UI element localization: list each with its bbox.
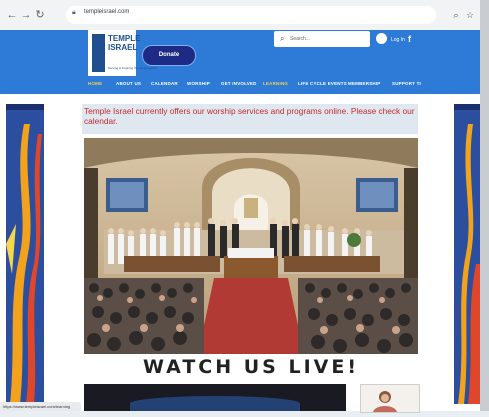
facebook-icon[interactable]: f [408, 34, 411, 44]
reload-icon[interactable]: ↻ [34, 9, 46, 21]
bookmark-star-icon[interactable]: ☆ [464, 9, 476, 21]
nav-get-involved[interactable]: GET INVOLVED [221, 81, 257, 86]
window-edge [480, 0, 489, 411]
nav-learning[interactable]: LEARNING [263, 81, 288, 86]
search-placeholder: Search... [290, 36, 311, 42]
logo-tagline: Serving & Inspiring the Congregation [108, 66, 158, 70]
sanctuary-photo [84, 138, 418, 354]
login-link[interactable]: Log In [391, 37, 405, 43]
donate-button[interactable]: Donate [142, 45, 196, 66]
nav-support[interactable]: SUPPORT TI [392, 81, 421, 86]
stained-glass-left [6, 104, 44, 404]
announcement-text: Temple Israel currently offers our worsh… [84, 106, 415, 126]
nav-about-us[interactable]: ABOUT US [116, 81, 141, 86]
nav-worship[interactable]: WORSHIP [187, 81, 210, 86]
url-text[interactable]: templeisrael.com [84, 9, 129, 15]
nav-membership[interactable]: MEMBERSHIP [348, 81, 381, 86]
status-bar-link: https://www.templeisrael.com/learning [0, 402, 81, 411]
stained-glass-right [454, 104, 480, 404]
search-input[interactable] [274, 31, 370, 47]
video-preview-glow [130, 396, 300, 411]
logo-line-2: ISRAEL [108, 43, 138, 52]
forward-icon[interactable]: → [20, 9, 32, 21]
nav-calendar[interactable]: CALENDAR [151, 81, 178, 86]
nav-home[interactable]: HOME [88, 81, 102, 86]
logo-text: TEMPLE ISRAEL [108, 34, 140, 52]
logo-mark-icon [92, 34, 105, 72]
lock-icon: 🔒︎ [72, 9, 76, 16]
back-icon[interactable]: ← [6, 9, 18, 21]
logo-line-1: TEMPLE [108, 34, 141, 43]
webcam-thumbnail [360, 384, 420, 413]
nav-life-cycle-events[interactable]: LIFE CYCLE EVENTS [298, 81, 347, 86]
watch-live-heading: WATCH US LIVE! [142, 356, 359, 378]
user-avatar-icon[interactable] [376, 33, 387, 44]
zoom-icon[interactable]: ⌕ [450, 9, 462, 21]
search-icon: ⌕ [280, 34, 285, 43]
